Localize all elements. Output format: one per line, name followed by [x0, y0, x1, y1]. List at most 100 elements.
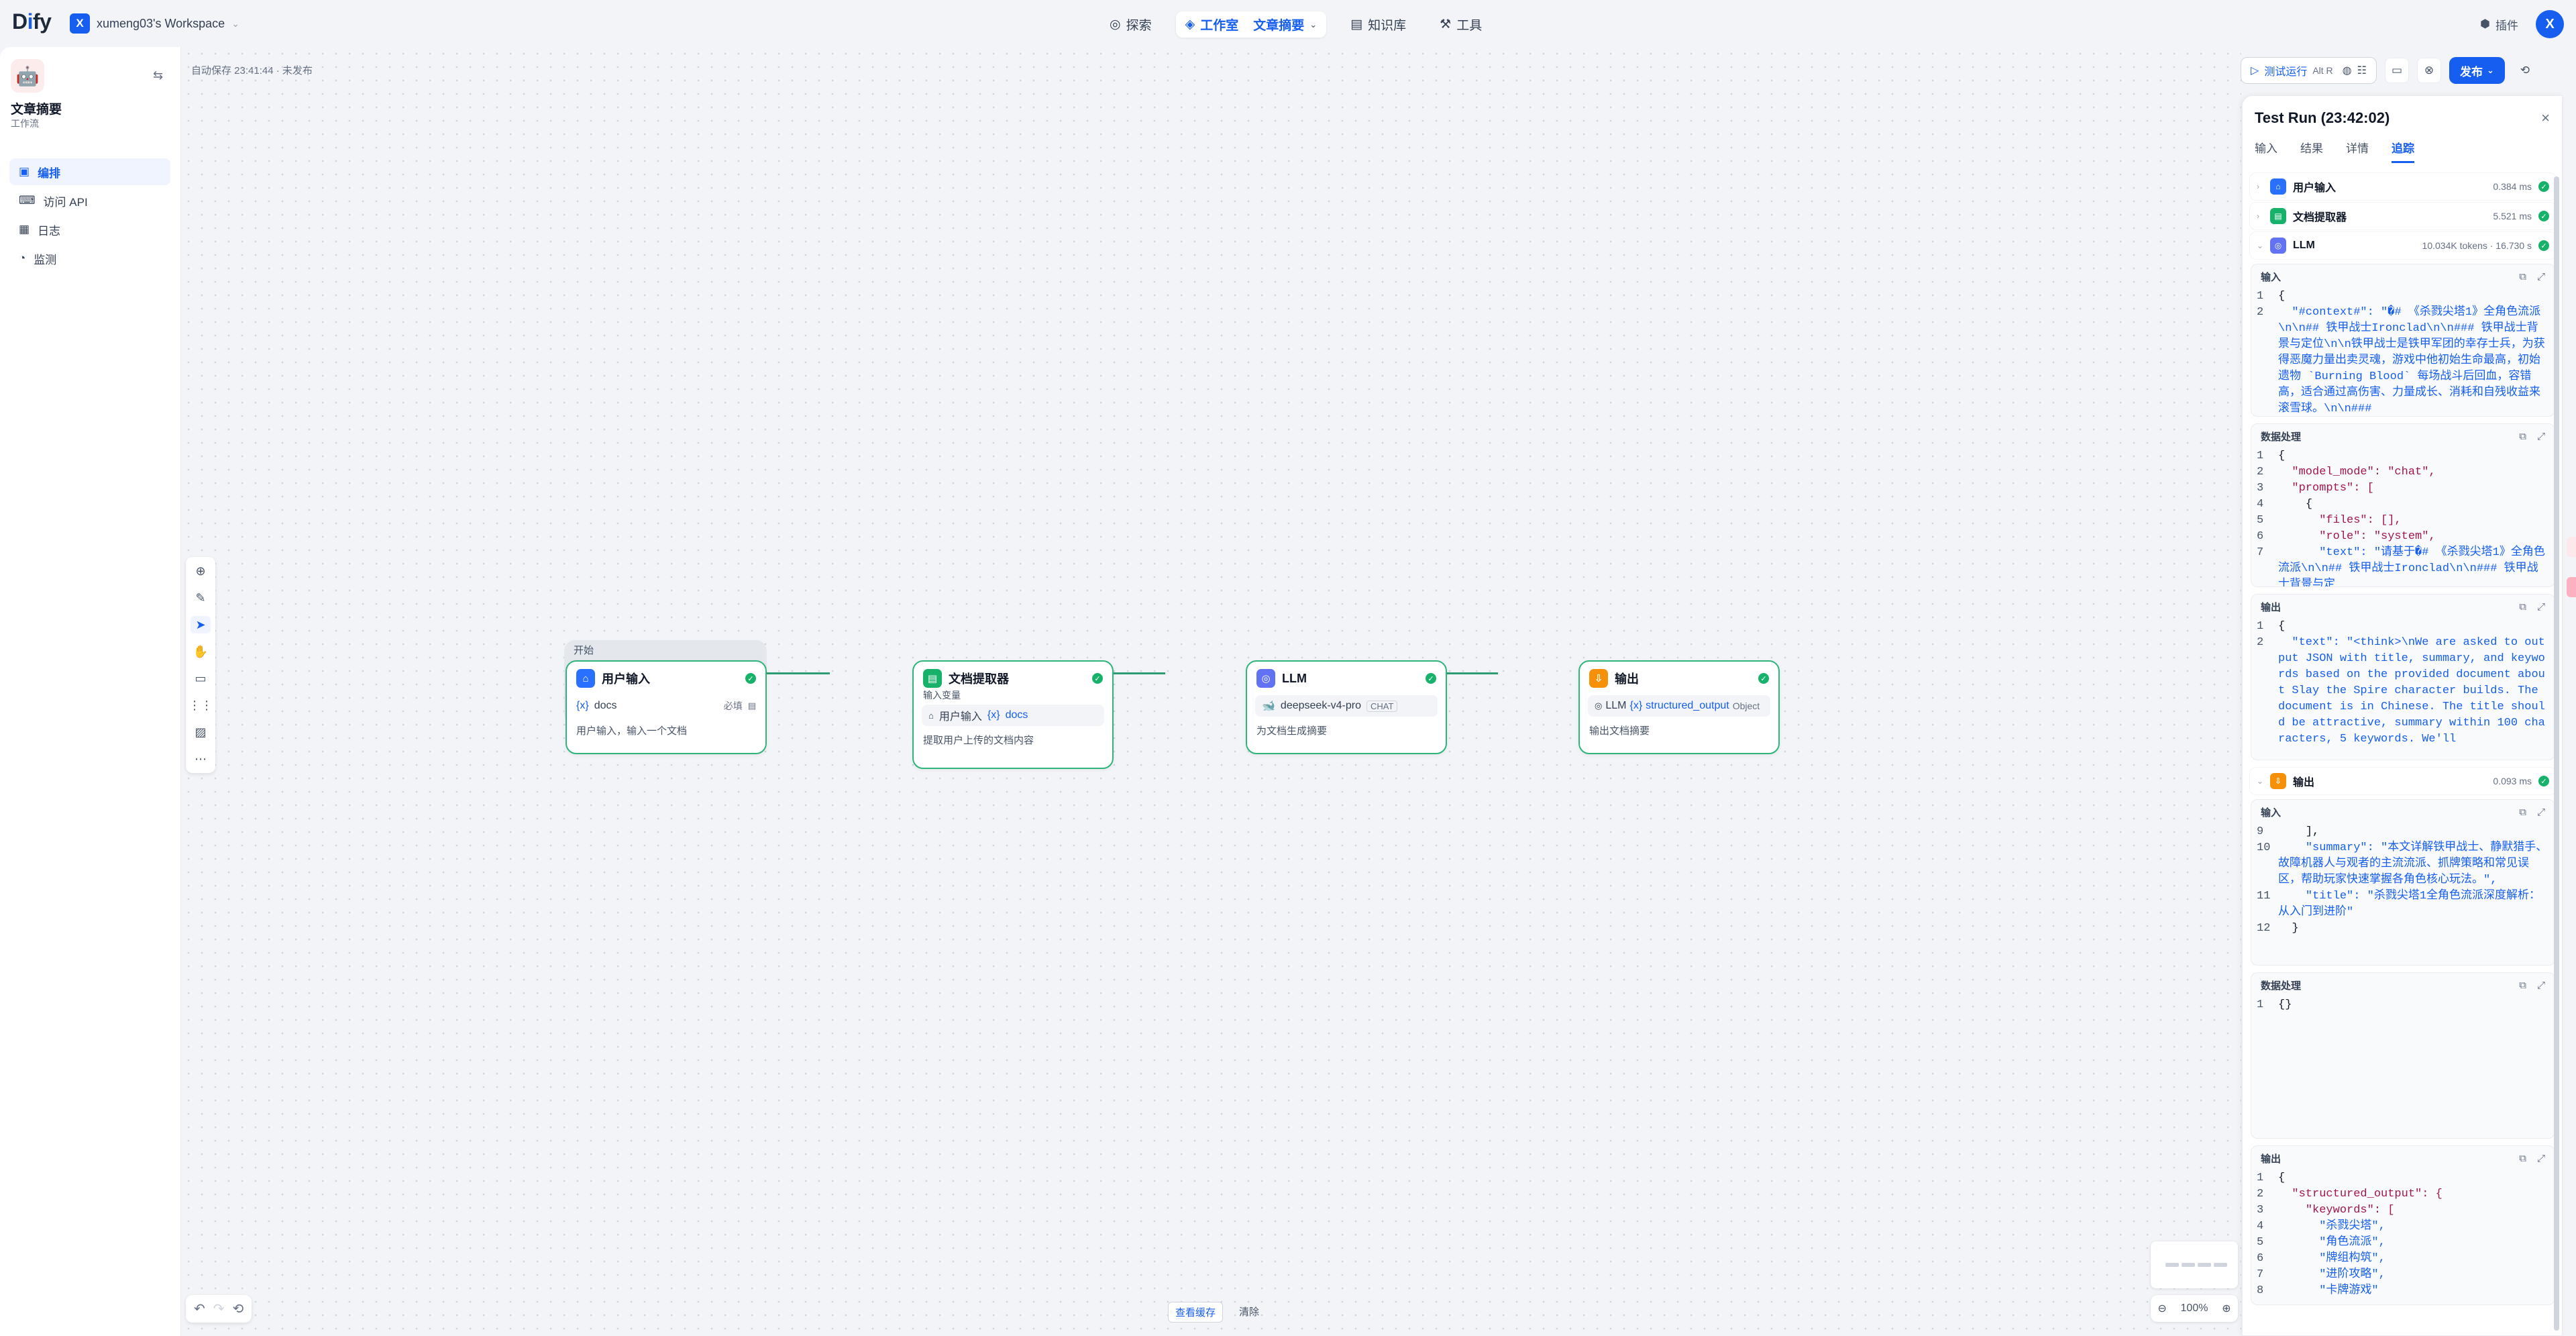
avatar[interactable]: X: [2536, 10, 2564, 38]
env-icon[interactable]: ⊗: [2416, 58, 2441, 83]
nav-knowledge[interactable]: ▤ 知识库: [1341, 11, 1415, 38]
sidebar-item-monitor[interactable]: ◔ 监测: [9, 245, 170, 272]
tab-result[interactable]: 结果: [2300, 139, 2323, 163]
copy-icon[interactable]: ⧉: [2519, 271, 2526, 282]
scrollbar-thumb[interactable]: [2554, 176, 2559, 1331]
expand-icon[interactable]: ⤢: [2537, 980, 2545, 991]
nav-explore[interactable]: ◎ 探索: [1100, 11, 1161, 38]
add-note-icon[interactable]: ✎: [191, 589, 211, 607]
current-app-breadcrumb[interactable]: 文章摘要: [1253, 15, 1304, 34]
trace-item-output[interactable]: ⌄ ⇩ 输出 0.093 ms ✓: [2249, 767, 2557, 795]
expand-icon[interactable]: ⤢: [2537, 807, 2545, 818]
sidebar-item-orchestrate[interactable]: ▣ 编排: [9, 158, 170, 185]
trace-item-name: LLM: [2293, 240, 2315, 251]
node-title: 输出: [1615, 672, 1639, 686]
tab-trace[interactable]: 追踪: [2392, 139, 2414, 163]
history-icon[interactable]: ⟲: [233, 1300, 244, 1317]
chevron-right-icon: ›: [2257, 211, 2259, 221]
more-icon[interactable]: ⋯: [191, 750, 211, 768]
monitor-icon: ◔: [19, 252, 26, 264]
required-label: 必填: [723, 701, 743, 711]
expand-icon[interactable]: ⤢: [2537, 1153, 2545, 1164]
nav-tools[interactable]: ⚒ 工具: [1430, 11, 1491, 38]
node-user-input[interactable]: ⌂ 用户输入 ✓ {x} docs 必填 ▤ 用户输入，输入一个文档: [566, 660, 767, 754]
panel-scrollbar[interactable]: [2554, 176, 2559, 1331]
close-icon[interactable]: ×: [2541, 109, 2550, 127]
chevron-down-icon: ⌄: [2257, 776, 2264, 786]
node-description: 为文档生成摘要: [1256, 725, 1328, 737]
zoom-control: ⊖ 100% ⊕: [2151, 1295, 2238, 1322]
code-viewer[interactable]: 1{ 2 "text": "<think>\nWe are asked to o…: [2251, 619, 2555, 760]
test-run-button[interactable]: ▷ 测试运行 Alt R ◍ ☷: [2241, 57, 2377, 84]
redo-icon[interactable]: ↷: [213, 1300, 225, 1317]
sidebar-item-logs[interactable]: ▦ 日志: [9, 216, 170, 243]
edge-start-extractor[interactable]: [767, 672, 830, 674]
sidebar-item-api[interactable]: ⌨ 访问 API: [9, 187, 170, 214]
trace-item-user-input[interactable]: › ⌂ 用户输入 0.384 ms ✓: [2249, 172, 2557, 201]
code-viewer[interactable]: 1{ 2 "#context#": "�# 《杀戮尖塔1》全角色流派\n\n##…: [2251, 289, 2555, 416]
node-title: LLM: [1282, 671, 1307, 685]
block-label: 数据处理: [2261, 980, 2302, 992]
dify-logo[interactable]: Dify: [12, 9, 52, 34]
expand-icon[interactable]: ⤢: [2537, 601, 2545, 613]
stop-icon[interactable]: ◍: [2343, 64, 2352, 77]
trace-item-time: 10.034K tokens · 16.730 s: [2422, 240, 2532, 251]
trace-item-llm[interactable]: ⌄ ◎ LLM 10.034K tokens · 16.730 s ✓: [2249, 232, 2557, 260]
expand-icon[interactable]: ⤢: [2537, 271, 2545, 282]
workflow-actions: ▷ 测试运行 Alt R ◍ ☷ ▭ ⊗ 发布 ⌄ ⟲: [2241, 56, 2563, 85]
version-history-icon[interactable]: ⟲: [2513, 58, 2537, 83]
tab-detail[interactable]: 详情: [2346, 139, 2369, 163]
pointer-icon[interactable]: ➤: [191, 616, 211, 633]
tab-input[interactable]: 输入: [2255, 139, 2277, 163]
file-icon: ▤: [747, 701, 756, 711]
expand-icon[interactable]: ⤢: [2537, 431, 2545, 442]
nav-studio[interactable]: ◈ 工作室 文章摘要 ⌄: [1175, 11, 1327, 38]
file-icon: ▦: [19, 223, 30, 236]
node-llm[interactable]: ◎ LLM ✓ 🐋 deepseek-v4-pro CHAT 为文档生成摘要: [1246, 660, 1447, 754]
success-check-icon: ✓: [2538, 181, 2549, 192]
play-icon: ▷: [2251, 65, 2259, 76]
checklist-icon[interactable]: ☷: [2357, 64, 2367, 77]
organize-icon[interactable]: ⋮⋮: [189, 697, 213, 714]
copy-icon[interactable]: ⧉: [2519, 601, 2526, 613]
zoom-level[interactable]: 100%: [2181, 1302, 2208, 1315]
copy-icon[interactable]: ⧉: [2519, 431, 2526, 442]
plugins-button[interactable]: ⬢ 插件: [2480, 16, 2518, 33]
node-output[interactable]: ⇩ 输出 ✓ ◎ LLM {x} structured_output Objec…: [1578, 660, 1780, 754]
floating-widget[interactable]: [2567, 577, 2576, 597]
copy-icon[interactable]: ⧉: [2519, 980, 2526, 991]
code-viewer[interactable]: 9 ], 10 "summary": "本文详解铁甲战士、静默猎手、故障机器人与…: [2251, 824, 2555, 965]
features-icon[interactable]: ▭: [2384, 58, 2409, 83]
trace-item-doc-extractor[interactable]: › ▤ 文档提取器 5.521 ms ✓: [2249, 202, 2557, 230]
minimap[interactable]: [2151, 1241, 2238, 1288]
node-description: 提取用户上传的文档内容: [923, 735, 1034, 746]
variable-name: docs: [1005, 709, 1028, 721]
publish-label: 发布: [2459, 65, 2483, 79]
zoom-in-icon[interactable]: ⊕: [2222, 1302, 2231, 1315]
trace-item-name: 用户输入: [2293, 183, 2337, 194]
workspace-switcher[interactable]: X xumeng03's Workspace ⌄: [70, 13, 239, 34]
undo-icon[interactable]: ↶: [194, 1300, 205, 1317]
node-doc-extractor[interactable]: ▤ 文档提取器 ✓ 输入变量 ⌂ 用户输入 {x} docs 提取用户上传的文档…: [912, 660, 1114, 769]
export-image-icon[interactable]: ▨: [191, 723, 211, 741]
add-node-icon[interactable]: ⊕: [191, 562, 211, 580]
node-title: 文档提取器: [949, 672, 1009, 686]
chevron-down-icon: ⌄: [2257, 241, 2264, 250]
copy-icon[interactable]: ⧉: [2519, 807, 2526, 818]
floating-widget[interactable]: [2567, 537, 2576, 557]
workflow-canvas[interactable]: 自动保存 23:41:44 · 未发布 ⊕ ✎ ➤ ✋ ▭ ⋮⋮ ▨ ⋯ ↶ ↷…: [182, 47, 2241, 1336]
zoom-out-icon[interactable]: ⊖: [2157, 1302, 2166, 1315]
code-viewer[interactable]: 1{}: [2251, 997, 2555, 1138]
view-cache-button[interactable]: 查看缓存: [1168, 1302, 1224, 1323]
block-label: 输出: [2261, 601, 2282, 613]
code-viewer[interactable]: 1{ 2 "structured_output": { 3 "keywords"…: [2251, 1170, 2555, 1304]
code-viewer[interactable]: 1{ 2 "model_mode": "chat", 3 "prompts": …: [2251, 448, 2555, 586]
publish-button[interactable]: 发布 ⌄: [2449, 57, 2505, 84]
clear-cache-button[interactable]: 清除: [1235, 1302, 1263, 1323]
comment-icon[interactable]: ▭: [191, 670, 211, 687]
copy-icon[interactable]: ⧉: [2519, 1153, 2526, 1164]
trace-item-name: 输出: [2293, 777, 2315, 788]
collapse-sidebar-icon[interactable]: ⇆: [153, 68, 163, 83]
hand-icon[interactable]: ✋: [191, 643, 211, 660]
llm-icon: ◎: [1256, 669, 1275, 688]
